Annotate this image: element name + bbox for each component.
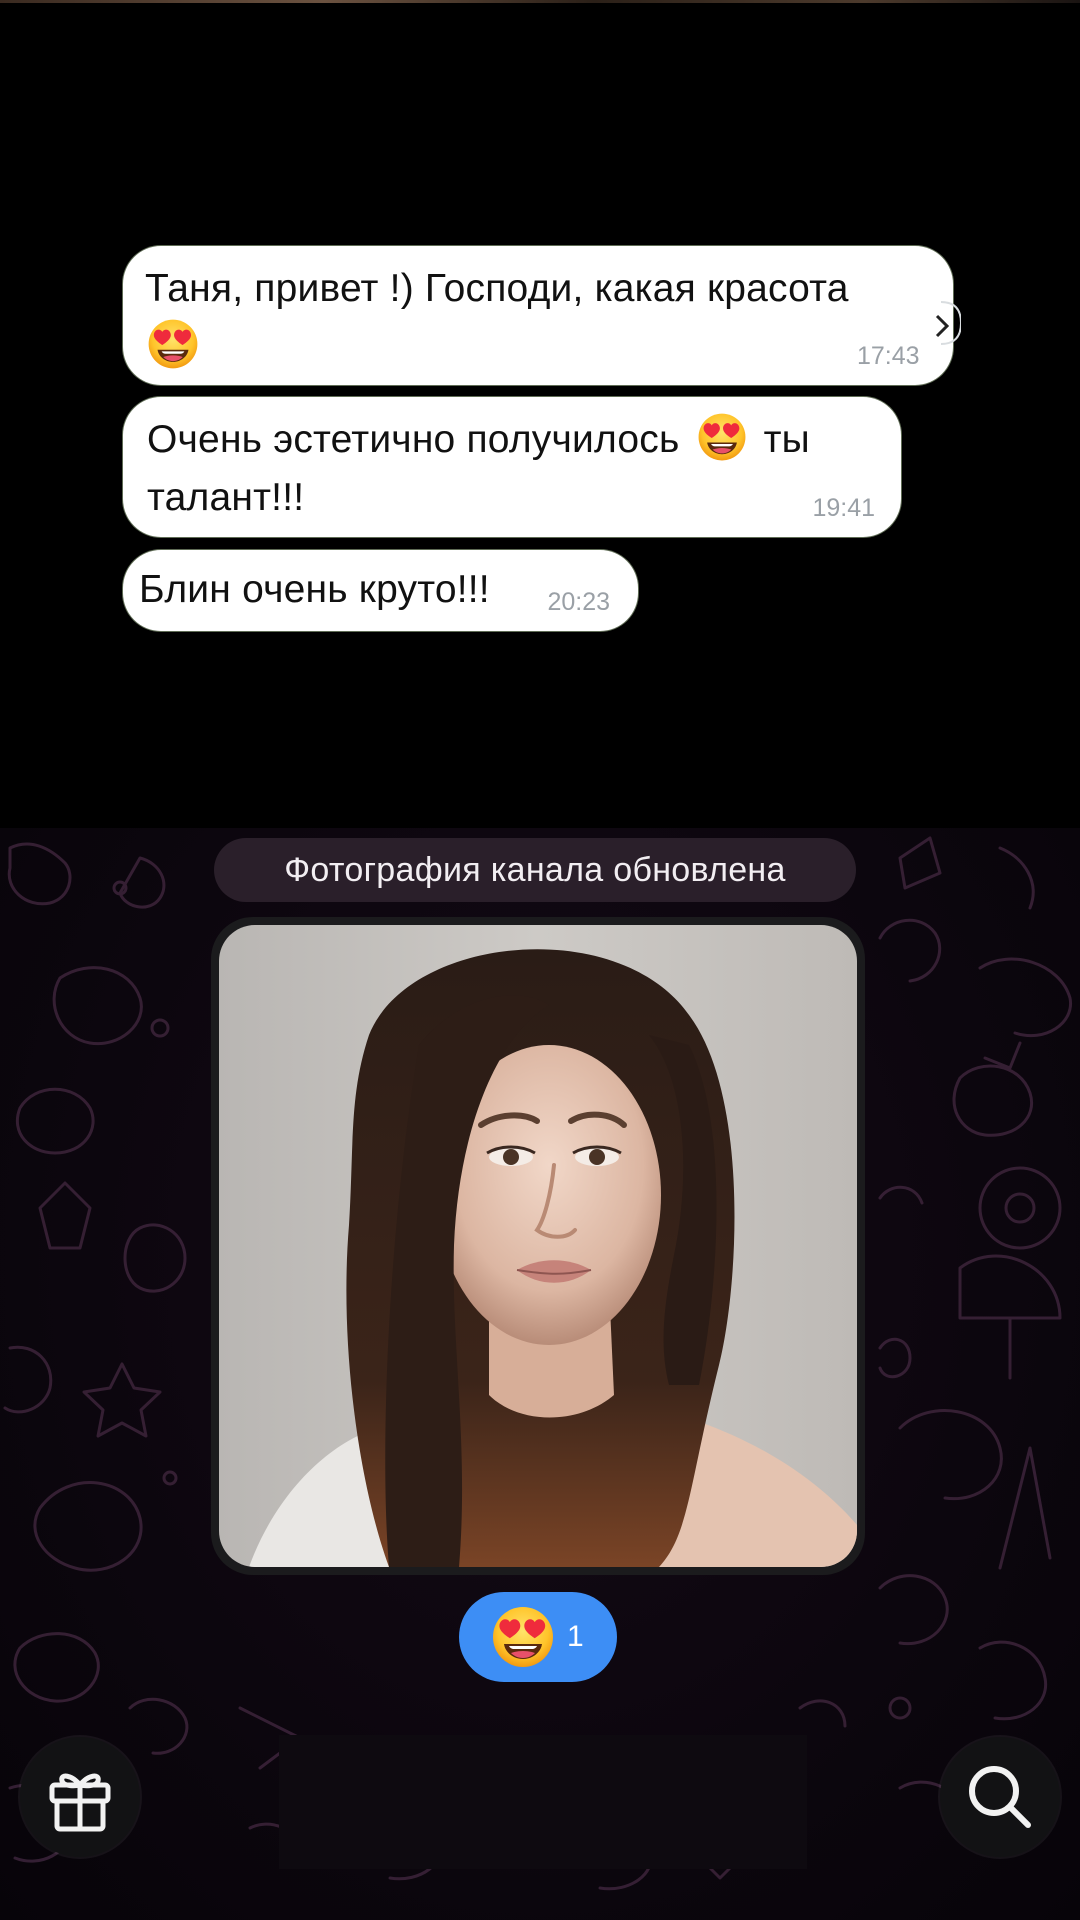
chevron-icon[interactable] xyxy=(921,300,961,346)
message-text: Блин очень круто!!! xyxy=(139,568,490,611)
message-bubble-1[interactable]: Таня, привет !) Господи, какая красота 1… xyxy=(123,246,961,385)
message-bubble-3[interactable]: Блин очень круто!!! 20:23 xyxy=(123,550,638,631)
service-message-text: Фотография канала обновлена xyxy=(284,851,786,889)
message-time: 17:43 xyxy=(857,342,920,370)
redacted-input-area xyxy=(279,1735,807,1869)
top-image-edge xyxy=(0,0,1080,3)
message-time: 19:41 xyxy=(812,494,875,522)
reaction-count: 1 xyxy=(567,1620,584,1653)
message-bubble-2[interactable]: Очень эстетично получилось ты талант!!! … xyxy=(123,397,901,537)
heart-eyes-emoji xyxy=(491,1605,555,1669)
gift-icon xyxy=(49,1773,111,1832)
channel-photo-frame[interactable] xyxy=(211,917,865,1575)
message-time: 20:23 xyxy=(547,588,610,616)
service-message-pill: Фотография канала обновлена xyxy=(214,838,856,902)
heart-eyes-emoji xyxy=(697,412,747,462)
message-text: Таня, привет !) Господи, какая красота xyxy=(145,267,849,310)
reaction-chip[interactable]: 1 xyxy=(459,1592,617,1682)
search-button[interactable] xyxy=(940,1737,1060,1857)
message-text-part1: Очень эстетично получилось xyxy=(147,418,680,461)
heart-eyes-emoji xyxy=(147,318,199,370)
gift-button[interactable] xyxy=(20,1737,140,1857)
search-icon xyxy=(969,1766,1031,1828)
channel-photo[interactable] xyxy=(219,925,857,1567)
